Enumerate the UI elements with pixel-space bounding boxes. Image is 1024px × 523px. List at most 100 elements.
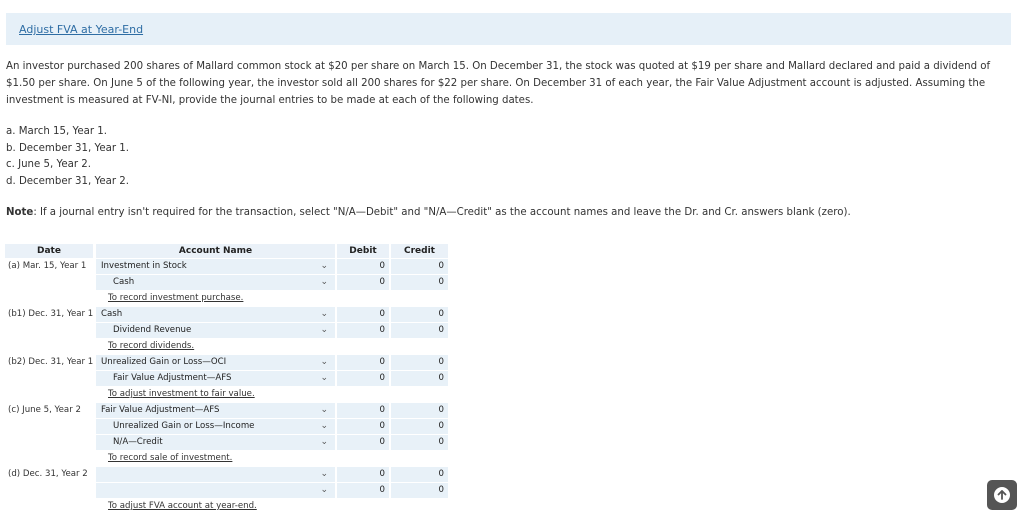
debit-value: 0	[379, 277, 385, 287]
credit-input[interactable]: 0	[391, 275, 448, 291]
credit-input[interactable]: 0	[391, 307, 448, 323]
account-select[interactable]: Dividend Revenue ⌄	[96, 323, 335, 339]
date-cell	[5, 275, 96, 290]
problem-statement: An investor purchased 200 shares of Mall…	[6, 61, 991, 106]
account-select[interactable]: Cash ⌄	[96, 307, 335, 323]
debit-input[interactable]: 0	[337, 307, 389, 323]
account-name: Investment in Stock	[101, 261, 187, 271]
tab-bar: Adjust FVA at Year-End	[6, 13, 1011, 45]
account-select[interactable]: Cash ⌄	[96, 275, 335, 291]
credit-input[interactable]: 0	[391, 323, 448, 339]
account-select[interactable]: N/A—Credit ⌄	[96, 435, 335, 451]
debit-input[interactable]: 0	[337, 323, 389, 339]
debit-input[interactable]: 0	[337, 419, 389, 435]
credit-input[interactable]: 0	[391, 467, 448, 483]
scroll-to-top-button[interactable]	[987, 480, 1017, 510]
parts-list: a. March 15, Year 1. b. December 31, Yea…	[6, 124, 129, 190]
debit-input[interactable]: 0	[337, 403, 389, 419]
memo-text: To record dividends.	[108, 341, 195, 351]
part-c: c. June 5, Year 2.	[6, 159, 91, 170]
account-name: Fair Value Adjustment—AFS	[101, 405, 220, 415]
account-select[interactable]: Unrealized Gain or Loss—Income ⌄	[96, 419, 335, 435]
credit-input[interactable]: 0	[391, 259, 448, 275]
debit-value: 0	[379, 485, 385, 495]
debit-value: 0	[379, 261, 385, 271]
note: Note: If a journal entry isn't required …	[6, 207, 851, 218]
debit-input[interactable]: 0	[337, 467, 389, 483]
chevron-down-icon: ⌄	[320, 421, 328, 431]
account-select[interactable]: ⌄	[96, 467, 335, 483]
journal-row: (a) Mar. 15, Year 1 Investment in Stock ⌄ 0…	[5, 259, 448, 275]
chevron-down-icon: ⌄	[320, 485, 328, 495]
credit-value: 0	[438, 421, 444, 431]
credit-input[interactable]: 0	[391, 371, 448, 387]
date-cell	[5, 371, 96, 386]
account-select[interactable]: Fair Value Adjustment—AFS ⌄	[96, 371, 335, 387]
chevron-down-icon: ⌄	[320, 309, 328, 319]
credit-input[interactable]: 0	[391, 435, 448, 451]
journal-row: (d) Dec. 31, Year 2 ⌄ 0 0	[5, 467, 448, 483]
credit-value: 0	[438, 405, 444, 415]
header-credit: Credit	[391, 244, 448, 258]
chevron-down-icon: ⌄	[320, 357, 328, 367]
date-cell: (d) Dec. 31, Year 2	[5, 467, 96, 482]
credit-value: 0	[438, 277, 444, 287]
date-cell: (b1) Dec. 31, Year 1	[5, 307, 96, 322]
debit-value: 0	[379, 373, 385, 383]
debit-value: 0	[379, 357, 385, 367]
debit-input[interactable]: 0	[337, 371, 389, 387]
date-cell	[5, 483, 96, 498]
memo-text: To adjust investment to fair value.	[108, 389, 255, 399]
account-name: Fair Value Adjustment—AFS	[113, 373, 232, 383]
credit-value: 0	[438, 485, 444, 495]
chevron-down-icon: ⌄	[320, 261, 328, 271]
account-select[interactable]: Unrealized Gain or Loss—OCI ⌄	[96, 355, 335, 371]
debit-value: 0	[379, 437, 385, 447]
chevron-down-icon: ⌄	[320, 437, 328, 447]
debit-input[interactable]: 0	[337, 259, 389, 275]
account-select[interactable]: Fair Value Adjustment—AFS ⌄	[96, 403, 335, 419]
debit-input[interactable]: 0	[337, 355, 389, 371]
memo-text: To adjust FVA account at year-end.	[108, 501, 257, 511]
account-name: Dividend Revenue	[113, 325, 192, 335]
credit-value: 0	[438, 437, 444, 447]
credit-value: 0	[438, 325, 444, 335]
account-name: N/A—Credit	[113, 437, 163, 447]
chevron-down-icon: ⌄	[320, 325, 328, 335]
date-cell	[5, 419, 96, 434]
debit-value: 0	[379, 309, 385, 319]
header-date: Date	[5, 244, 93, 258]
debit-value: 0	[379, 421, 385, 431]
credit-input[interactable]: 0	[391, 419, 448, 435]
debit-input[interactable]: 0	[337, 483, 389, 499]
debit-input[interactable]: 0	[337, 275, 389, 291]
date-cell	[5, 323, 96, 338]
debit-value: 0	[379, 405, 385, 415]
date-cell	[5, 435, 96, 450]
date-cell: (b2) Dec. 31, Year 1	[5, 355, 96, 370]
chevron-down-icon: ⌄	[320, 277, 328, 287]
debit-value: 0	[379, 325, 385, 335]
tab-adjust-fva[interactable]: Adjust FVA at Year-End	[19, 23, 143, 36]
credit-value: 0	[438, 469, 444, 479]
part-a: a. March 15, Year 1.	[6, 126, 107, 137]
debit-value: 0	[379, 469, 385, 479]
date-cell: (a) Mar. 15, Year 1	[5, 259, 96, 274]
debit-input[interactable]: 0	[337, 435, 389, 451]
credit-input[interactable]: 0	[391, 403, 448, 419]
part-b: b. December 31, Year 1.	[6, 142, 129, 154]
header-account: Account Name	[96, 244, 335, 258]
credit-input[interactable]: 0	[391, 483, 448, 499]
account-name: Cash	[113, 277, 135, 287]
account-name: Unrealized Gain or Loss—Income	[113, 421, 255, 431]
memo-text: To record sale of investment.	[108, 453, 233, 463]
chevron-down-icon: ⌄	[320, 373, 328, 383]
credit-input[interactable]: 0	[391, 355, 448, 371]
date-cell: (c) June 5, Year 2	[5, 403, 96, 418]
journal-row: Dividend Revenue ⌄ 0 0	[5, 323, 448, 339]
chevron-down-icon: ⌄	[320, 469, 328, 479]
account-select[interactable]: Investment in Stock ⌄	[96, 259, 335, 275]
note-text: : If a journal entry isn't required for …	[33, 207, 851, 218]
credit-value: 0	[438, 261, 444, 271]
account-select[interactable]: ⌄	[96, 483, 335, 499]
